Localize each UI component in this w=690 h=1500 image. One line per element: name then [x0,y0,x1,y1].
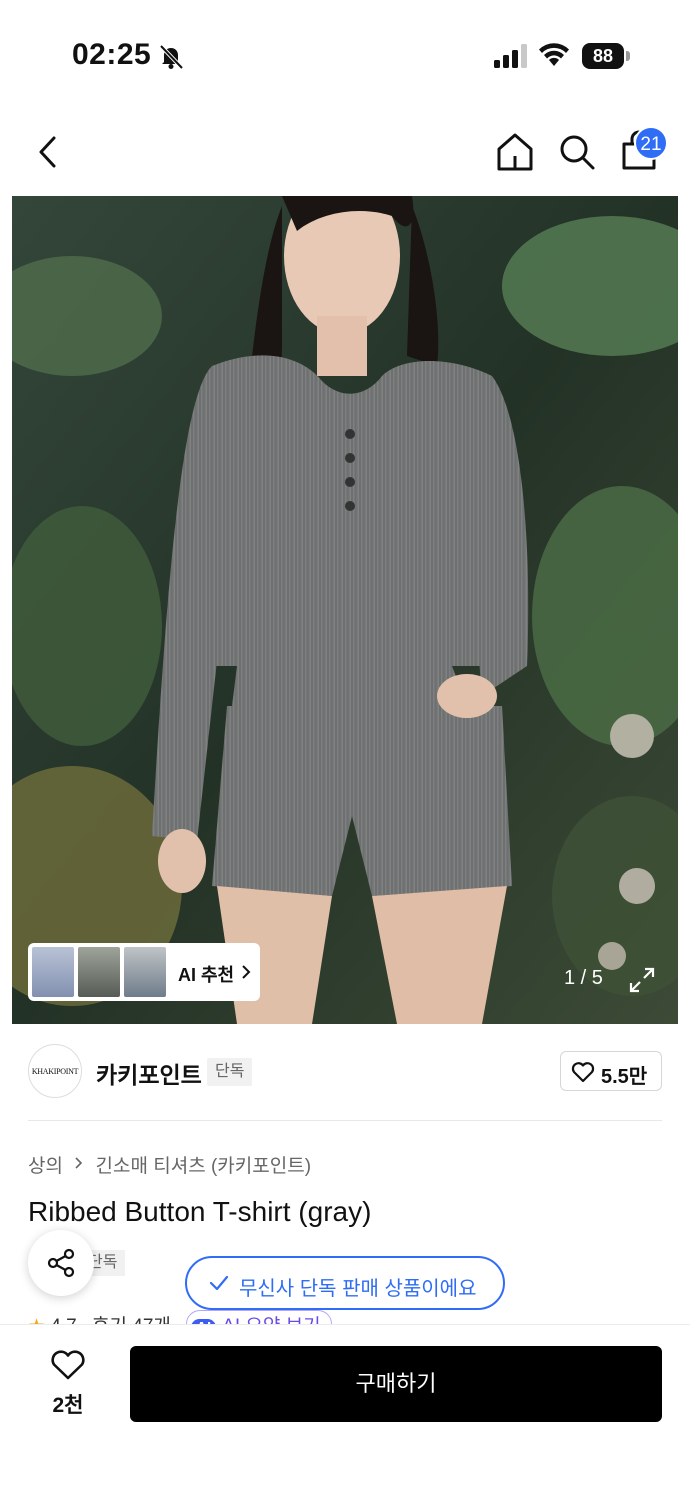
wishlist-button[interactable]: 2천 [44,1349,92,1435]
exclusive-tag: 단독 [207,1058,253,1086]
exclusive-toast: 무신사 단독 판매 상품이에요 [185,1256,505,1310]
status-time: 02:25 [72,38,152,71]
brand-like-button[interactable]: 5.5만 [560,1051,662,1091]
brand-name[interactable]: 카키포인트 [96,1056,202,1090]
brand-like-count: 5.5만 [601,1066,648,1088]
recommend-thumbnail[interactable] [78,947,120,997]
home-icon[interactable] [494,130,536,174]
breadcrumb-item[interactable]: 긴소매 티셔츠 (카키포인트) [96,1151,312,1178]
check-icon [209,1275,229,1291]
bell-slash-icon [159,44,184,70]
product-photo [12,196,678,1024]
brand-logo[interactable]: KHAKIPOINT [28,1044,82,1098]
cart-count-badge: 21 [634,126,668,160]
expand-icon[interactable] [628,966,656,994]
share-icon [47,1248,75,1278]
breadcrumb: 상의 긴소매 티셔츠 (카키포인트) [28,1151,311,1178]
product-title: Ribbed Button T-shirt (gray) [28,1196,372,1227]
chevron-right-icon [75,1156,83,1169]
chevron-right-icon [242,965,251,979]
heart-icon [51,1350,85,1380]
recommend-thumbnail[interactable] [32,947,74,997]
top-nav-bar: 21 [0,110,690,196]
status-bar: 02:25 88 [0,0,690,110]
heart-icon [571,1062,595,1083]
battery-icon: 88 [582,43,630,69]
wishlist-count: 2천 [52,1394,84,1417]
battery-level: 88 [582,43,624,69]
buy-button[interactable]: 구매하기 [130,1346,662,1422]
product-image-gallery[interactable]: AI 추천 1 / 5 [12,196,678,1024]
search-icon[interactable] [556,130,598,174]
divider [28,1120,662,1121]
recommend-thumbnail[interactable] [124,947,166,997]
toast-text: 무신사 단독 판매 상품이에요 [239,1278,477,1300]
signal-icon [494,44,527,68]
breadcrumb-item[interactable]: 상의 [28,1151,63,1178]
image-page-indicator: 1 / 5 [564,967,603,989]
wifi-icon [539,43,569,66]
ai-recommend-card[interactable]: AI 추천 [28,943,260,1001]
share-button[interactable] [28,1230,94,1296]
ai-recommend-label: AI 추천 [178,965,235,985]
chevron-left-icon[interactable] [30,130,66,174]
bottom-action-bar: 2천 구매하기 [0,1324,690,1500]
